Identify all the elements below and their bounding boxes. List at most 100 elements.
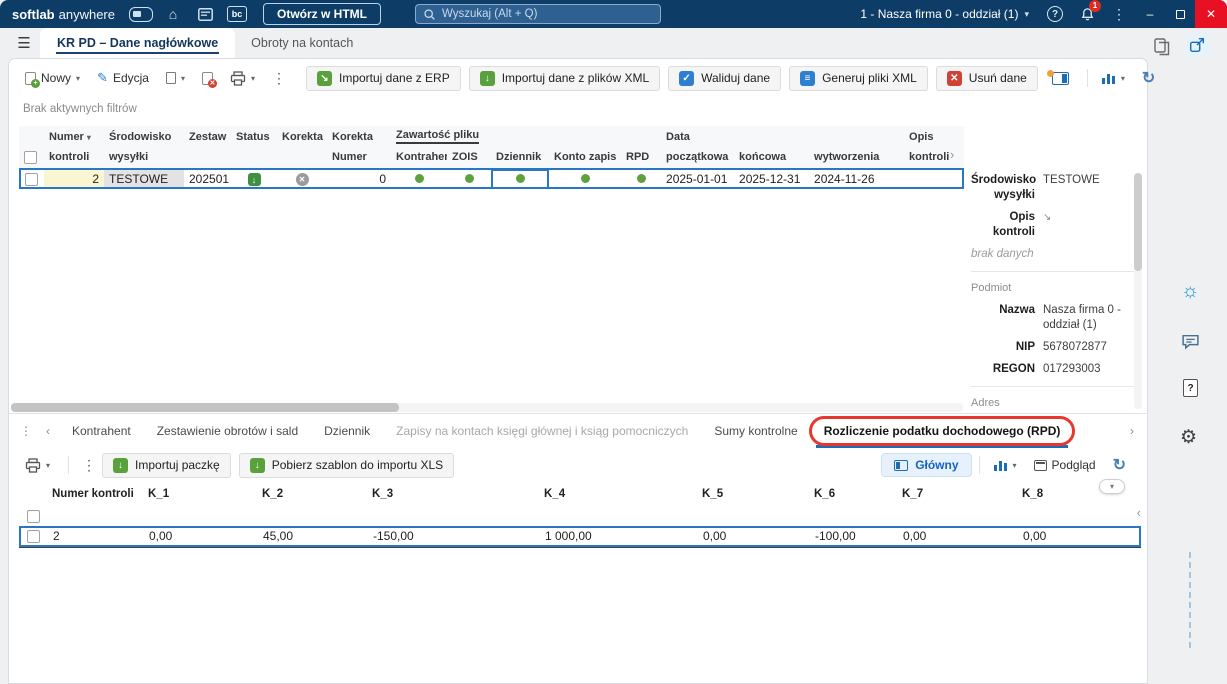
bottom-chart-view-button[interactable]: ▾ — [987, 454, 1023, 476]
share-open-icon[interactable] — [1184, 33, 1210, 57]
bottom-tab-dziennik[interactable]: Dziennik — [311, 414, 383, 448]
tab-obroty-na-kontach[interactable]: Obroty na kontach — [235, 28, 369, 58]
column-header-numer-kontroli[interactable]: Numer ▾ — [44, 126, 104, 147]
column-header-zois[interactable]: ZOIS — [447, 147, 491, 169]
delete-data-button[interactable]: ✕ Usuń dane — [935, 65, 1038, 91]
notifications-bell-icon[interactable]: 1 — [1074, 0, 1101, 27]
glowny-view-button[interactable]: Główny — [881, 453, 972, 477]
cell-status[interactable]: ↓ — [231, 168, 277, 189]
column-header-numer-kontroli-2[interactable]: kontroli — [44, 147, 104, 169]
open-in-html-button[interactable]: Otwórz w HTML — [263, 3, 381, 25]
expand-opis-icon[interactable]: ↘ — [1043, 212, 1051, 223]
column-header-srodowisko-2[interactable]: wysyłki — [104, 147, 184, 169]
help-document-icon[interactable]: ? — [1183, 379, 1198, 397]
column-header-korekta-numer-2[interactable]: Numer — [327, 147, 391, 169]
bottom-tab-rozliczenie-rpd[interactable]: Rozliczenie podatku dochodowego (RPD) — [808, 414, 1076, 448]
validate-data-button[interactable]: ✓ Waliduj dane — [668, 65, 782, 91]
chart-view-button[interactable]: ▾ — [1095, 67, 1131, 89]
cell-k4[interactable]: 1 000,00 — [537, 526, 695, 547]
column-header-opis[interactable]: Opis — [904, 126, 965, 147]
row-checkbox[interactable] — [27, 530, 40, 544]
toolbar-more-icon[interactable]: ⋮ — [266, 70, 292, 87]
cell-k7[interactable]: 0,00 — [895, 526, 1015, 547]
cell-k1[interactable]: 0,00 — [141, 526, 255, 547]
cell-numer-kontroli[interactable]: 2 — [44, 168, 104, 189]
column-header-korekta[interactable]: Korekta — [277, 126, 327, 147]
cell-k5[interactable]: 0,00 — [695, 526, 807, 547]
home-icon[interactable]: ⌂ — [160, 1, 186, 27]
bc-app-icon[interactable]: bc — [227, 6, 247, 22]
import-erp-button[interactable]: ↘ Importuj dane z ERP — [306, 65, 461, 91]
column-header-k3[interactable]: K_3 — [365, 482, 537, 506]
workspace-switcher-icon[interactable] — [128, 1, 154, 27]
scrollbar-thumb[interactable] — [11, 403, 399, 412]
cell-rpd[interactable] — [621, 168, 661, 189]
generate-xml-button[interactable]: ≡ Generuj pliki XML — [789, 65, 928, 91]
new-button[interactable]: + Nowy ▾ — [19, 67, 86, 89]
cell-k2[interactable]: 45,00 — [255, 526, 365, 547]
cell-opis-kontroli[interactable] — [904, 168, 964, 189]
cell-data-koncowa[interactable]: 2025-12-31 — [734, 168, 809, 189]
column-header-k7[interactable]: K_7 — [895, 482, 1015, 506]
bottom-print-button[interactable]: ▾ — [19, 454, 56, 477]
grid-options-chevron-button[interactable]: ▾ — [1099, 479, 1125, 494]
import-package-button[interactable]: ↓ Importuj paczkę — [102, 452, 231, 478]
tab-kr-pd-dane-naglowkowe[interactable]: KR PD – Dane nagłówkowe — [40, 28, 236, 58]
cell-zestaw[interactable]: 202501 — [184, 168, 231, 189]
download-xls-template-button[interactable]: ↓ Pobierz szablon do importu XLS — [238, 452, 455, 478]
column-header-k2[interactable]: K_2 — [255, 482, 365, 506]
assistant-bulb-icon[interactable]: ☼ — [1181, 280, 1199, 303]
close-button[interactable]: ✕ — [1195, 0, 1227, 28]
news-panel-icon[interactable] — [192, 1, 218, 27]
print-button[interactable]: ▾ — [224, 67, 261, 90]
bottom-tab-zapisy-na-kontach[interactable]: Zapisy na kontach księgi głównej i ksiąg… — [383, 414, 701, 448]
global-search[interactable] — [415, 4, 661, 24]
select-all-cell[interactable] — [19, 506, 45, 527]
edit-button[interactable]: ✎ Edycja — [91, 66, 155, 90]
header-scroll-right-icon[interactable]: › — [950, 147, 954, 162]
cell-k3[interactable]: -150,00 — [365, 526, 537, 547]
column-header-zestaw[interactable]: Zestaw — [184, 126, 231, 147]
column-header-kontrahent[interactable]: Kontrahent — [391, 147, 447, 169]
row-checkbox-cell[interactable] — [19, 168, 44, 189]
column-header-rpd[interactable]: RPD — [621, 147, 662, 169]
maximize-button[interactable] — [1165, 0, 1195, 28]
titlebar-more-menu-icon[interactable]: ⋮ — [1106, 1, 1132, 27]
cell-data-poczatkowa[interactable]: 2025-01-01 — [661, 168, 734, 189]
column-header-opis-2[interactable]: kontroli — [904, 147, 965, 169]
bottom-tab-sumy-kontrolne[interactable]: Sumy kontrolne — [701, 414, 810, 448]
column-header-k4[interactable]: K_4 — [537, 482, 695, 506]
hamburger-menu-icon[interactable]: ☰ — [8, 28, 40, 58]
cell-korekta[interactable]: ✕ — [277, 168, 327, 189]
company-selector[interactable]: 1 - Nasza firma 0 - oddział (1) ▾ — [860, 7, 1029, 21]
cell-konto-zapis[interactable] — [549, 168, 621, 189]
table-row[interactable]: 2 0,00 45,00 -150,00 1 000,00 0,00 -100,… — [19, 526, 1141, 547]
cell-numer-kontroli[interactable]: 2 — [45, 526, 141, 547]
row-checkbox-cell[interactable] — [19, 526, 45, 547]
cell-srodowisko[interactable]: TESTOWE — [104, 168, 184, 189]
column-header-k6[interactable]: K_6 — [807, 482, 895, 506]
select-all-checkbox[interactable] — [24, 151, 37, 164]
delete-record-button[interactable]: ✕ — [196, 68, 219, 89]
column-header-numer-kontroli[interactable]: Numer kontroli — [45, 482, 141, 506]
column-header-korekta-numer[interactable]: Korekta — [327, 126, 391, 147]
bottom-tabs-menu-icon[interactable]: ⋮ — [15, 414, 37, 448]
help-button[interactable]: ? — [1042, 1, 1068, 27]
bottom-tab-kontrahent[interactable]: Kontrahent — [59, 414, 144, 448]
feedback-comment-icon[interactable] — [1181, 333, 1200, 350]
scrollbar-thumb[interactable] — [1134, 173, 1142, 271]
search-input[interactable] — [442, 8, 653, 20]
import-xml-button[interactable]: ↓ Importuj dane z plików XML — [468, 65, 661, 91]
column-header-wytworzenia[interactable]: wytworzenia — [809, 147, 905, 169]
column-header-koncowa[interactable]: końcowa — [734, 147, 810, 169]
cell-data-wytworzenia[interactable]: 2024-11-26 — [809, 168, 904, 189]
layout-panels-button[interactable] — [1046, 68, 1075, 89]
cell-kontrahent[interactable] — [391, 168, 447, 189]
bottom-refresh-button[interactable]: ↻ — [1107, 451, 1132, 479]
column-header-dziennik[interactable]: Dziennik — [491, 147, 549, 169]
select-all-checkbox[interactable] — [27, 509, 40, 523]
user-settings-gear-icon[interactable]: ⚙ — [1180, 426, 1197, 449]
grid-horizontal-scrollbar[interactable] — [11, 403, 963, 412]
bottom-toolbar-more-icon[interactable]: ⋮ — [76, 457, 102, 474]
column-header-status[interactable]: Status — [231, 126, 277, 147]
